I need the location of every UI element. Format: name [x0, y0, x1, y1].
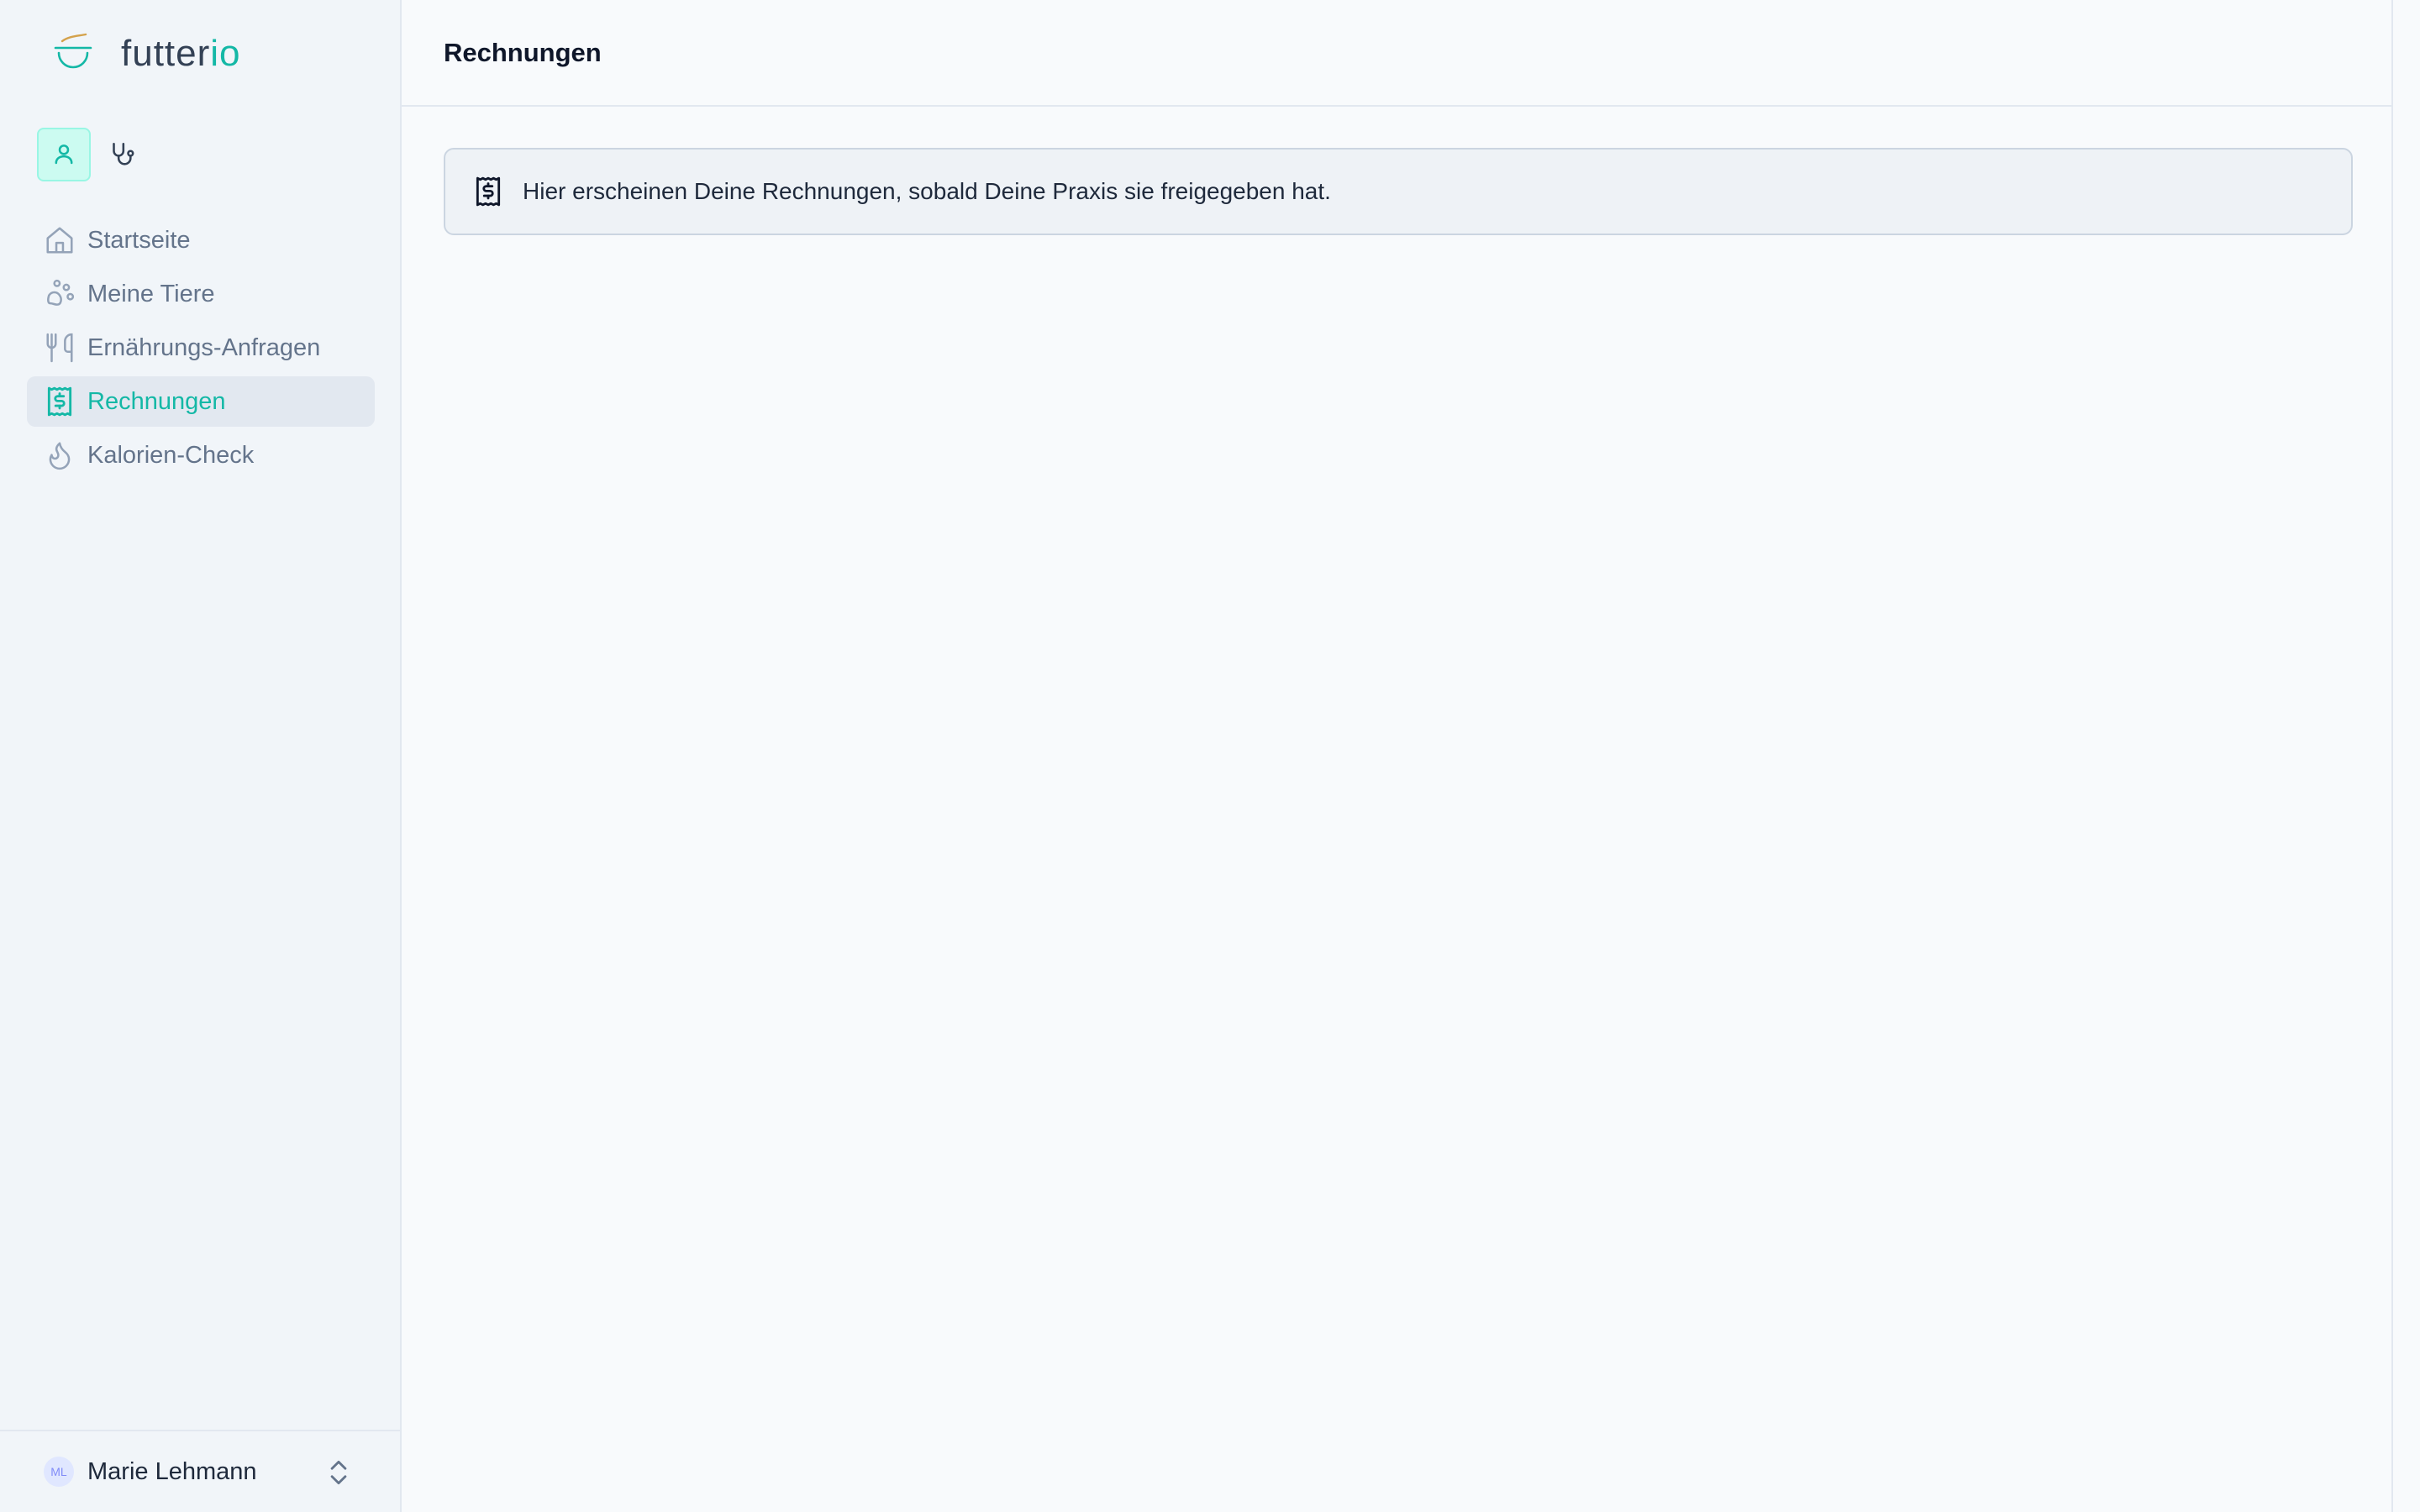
home-icon: [44, 224, 76, 256]
sidebar-item-label: Startseite: [87, 226, 191, 254]
stethoscope-icon: [113, 142, 134, 165]
sidebar-item-label: Kalorien-Check: [87, 441, 255, 469]
sidebar-item-label: Rechnungen: [87, 387, 226, 415]
sidebar: futterio Startseite Meine Tiere Ernährun…: [0, 0, 402, 1512]
sidebar-item-rechnungen[interactable]: Rechnungen: [27, 376, 375, 427]
sidebar-item-meine-tiere[interactable]: Meine Tiere: [27, 269, 375, 319]
paw-icon: [44, 278, 76, 310]
sidebar-item-ernaehrungs-anfragen[interactable]: Ernährungs-Anfragen: [27, 323, 375, 373]
app-root: futterio Startseite Meine Tiere Ernährun…: [0, 0, 2420, 1512]
brand-name: futterio: [121, 33, 241, 74]
user-menu[interactable]: ML Marie Lehmann: [0, 1430, 402, 1512]
info-notice: Hier erscheinen Deine Rechnungen, sobald…: [444, 148, 2353, 235]
sidebar-item-label: Meine Tiere: [87, 280, 215, 307]
utensils-icon: [44, 332, 76, 364]
sidebar-item-kalorien-check[interactable]: Kalorien-Check: [27, 430, 375, 480]
sidebar-item-startseite[interactable]: Startseite: [27, 215, 375, 265]
notice-text: Hier erscheinen Deine Rechnungen, sobald…: [523, 178, 1331, 204]
sidebar-item-label: Ernährungs-Anfragen: [87, 333, 321, 361]
receipt-icon: [44, 386, 76, 417]
page-title: Rechnungen: [444, 37, 602, 67]
user-icon: [55, 144, 73, 165]
role-switch: [37, 128, 148, 181]
page-header: Rechnungen: [402, 0, 2391, 107]
user-name: Marie Lehmann: [87, 1457, 257, 1485]
right-gutter: [2393, 0, 2420, 1512]
flame-icon: [44, 439, 76, 471]
vet-role-button[interactable]: [94, 128, 148, 181]
owner-role-button[interactable]: [37, 128, 91, 181]
brand-logo[interactable]: futterio: [50, 29, 241, 79]
chevrons-up-down-icon[interactable]: [323, 1457, 355, 1488]
sidebar-nav: Startseite Meine Tiere Ernährungs-Anfrag…: [27, 215, 375, 484]
main-content: Rechnungen Hier erscheinen Deine Rechnun…: [402, 0, 2393, 1512]
receipt-icon: [476, 176, 501, 207]
bowl-logo-icon: [54, 33, 92, 69]
avatar: ML: [44, 1457, 74, 1487]
